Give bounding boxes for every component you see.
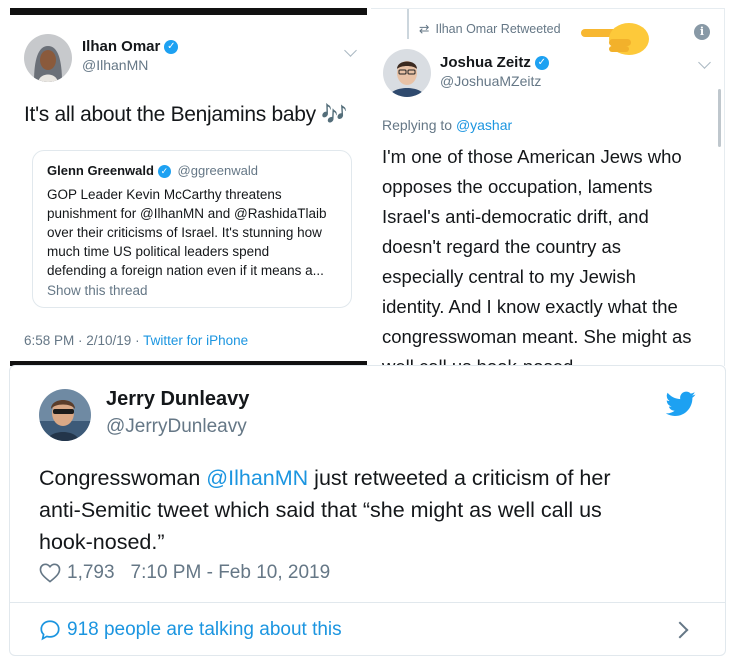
quote-author-handle: @ggreenwald [177, 163, 258, 178]
right-author-handle[interactable]: @JoshuaMZeitz [440, 73, 541, 89]
tweet-line: especially central to my Jewish [382, 266, 636, 287]
verified-badge-icon: ✓ [157, 165, 171, 179]
joshua-zeitz-avatar[interactable] [383, 49, 431, 97]
quote-line: much time US political leaders spend [47, 244, 270, 259]
tweet-text-line1-rest: just retweeted a criticism of her [308, 466, 611, 490]
main-author-handle[interactable]: @JerryDunleavy [106, 416, 247, 438]
quoted-tweet[interactable]: Glenn Greenwald ✓ @ggreenwald GOP Leader … [32, 150, 352, 308]
replying-to-handle[interactable]: @yashar [456, 117, 512, 133]
scrollbar[interactable] [718, 89, 721, 147]
replying-to-label: Replying to [382, 117, 456, 133]
right-author-name[interactable]: Joshua Zeitz [440, 54, 531, 71]
quote-line: defending a foreign nation even if it me… [47, 263, 324, 278]
left-timestamp[interactable]: 6:58 PM · 2/10/19 · [24, 333, 143, 348]
left-tweet-text: It's all about the Benjamins baby 🎶 [24, 103, 348, 126]
ilhan-omar-avatar[interactable] [24, 34, 72, 82]
chevron-down-icon[interactable] [698, 56, 711, 69]
main-timestamp[interactable]: 7:10 PM - Feb 10, 2019 [131, 562, 331, 584]
tweet-line: I'm one of those American Jews who [382, 146, 682, 167]
main-tweet-text: Congresswoman @IlhanMN just retweeted a … [39, 462, 611, 558]
tweet-text-prefix: Congresswoman [39, 466, 207, 490]
thread-line [407, 9, 409, 39]
pointing-hand-icon [579, 13, 651, 57]
quote-line: over their criticisms of Israel. It's st… [47, 225, 322, 240]
divider [10, 602, 725, 603]
joshua-zeitz-tweet-screenshot: ⇄ Ilhan Omar Retweeted i Joshua Zeitz ✓ @J… [371, 8, 725, 366]
tweet-line: identity. And I know exactly what the [382, 296, 678, 317]
chevron-down-icon[interactable] [344, 44, 357, 57]
tweet-text-line2: anti-Semitic tweet which said that “she … [39, 498, 602, 522]
tweet-line: congresswoman meant. She might as [382, 326, 692, 347]
screenshot-top-edge [10, 8, 367, 15]
embedded-tweet-card[interactable]: Jerry Dunleavy @JerryDunleavy Congresswo… [9, 365, 726, 656]
heart-icon[interactable] [39, 563, 61, 583]
jerry-dunleavy-avatar[interactable] [39, 389, 91, 441]
talking-count-label[interactable]: 918 people are talking about this [67, 619, 342, 641]
verified-badge-icon: ✓ [534, 56, 549, 71]
left-author-name[interactable]: Ilhan Omar [82, 38, 160, 55]
left-author-handle[interactable]: @IlhanMN [82, 57, 148, 73]
conversation-link[interactable]: 918 people are talking about this [39, 619, 342, 641]
mention-link[interactable]: @IlhanMN [206, 466, 308, 490]
tweet-line: opposes the occupation, laments [382, 176, 653, 197]
twitter-bird-icon[interactable] [665, 391, 696, 417]
like-count[interactable]: 1,793 [67, 562, 115, 584]
chevron-right-icon[interactable] [671, 621, 689, 639]
show-thread-link[interactable]: Show this thread [47, 283, 148, 298]
ilhan-omar-tweet-screenshot: Ilhan Omar ✓ @IlhanMN It's all about the … [10, 8, 367, 366]
tweet-line: well call us hook-nosed [382, 352, 692, 366]
source-link[interactable]: Twitter for iPhone [143, 333, 248, 348]
quote-line: GOP Leader Kevin McCarthy threatens [47, 187, 282, 202]
tweet-text-line3: hook-nosed.” [39, 530, 165, 554]
verified-badge-icon: ✓ [164, 40, 179, 55]
quote-text: GOP Leader Kevin McCarthy threatens puni… [47, 185, 327, 280]
right-tweet-text: I'm one of those American Jews who oppos… [382, 142, 692, 366]
info-icon[interactable]: i [694, 24, 710, 40]
retweet-label[interactable]: Ilhan Omar Retweeted [435, 22, 560, 36]
quote-line: punishment for @IlhanMN and @RashidaTlai… [47, 206, 327, 221]
main-author-name[interactable]: Jerry Dunleavy [106, 388, 249, 411]
quote-author-name: Glenn Greenwald [47, 163, 154, 178]
speech-bubble-icon [39, 619, 61, 641]
tweet-line: doesn't regard the country as [382, 236, 622, 257]
tweet-line: Israel's anti-democratic drift, and [382, 206, 649, 227]
retweet-icon: ⇄ [419, 22, 430, 36]
